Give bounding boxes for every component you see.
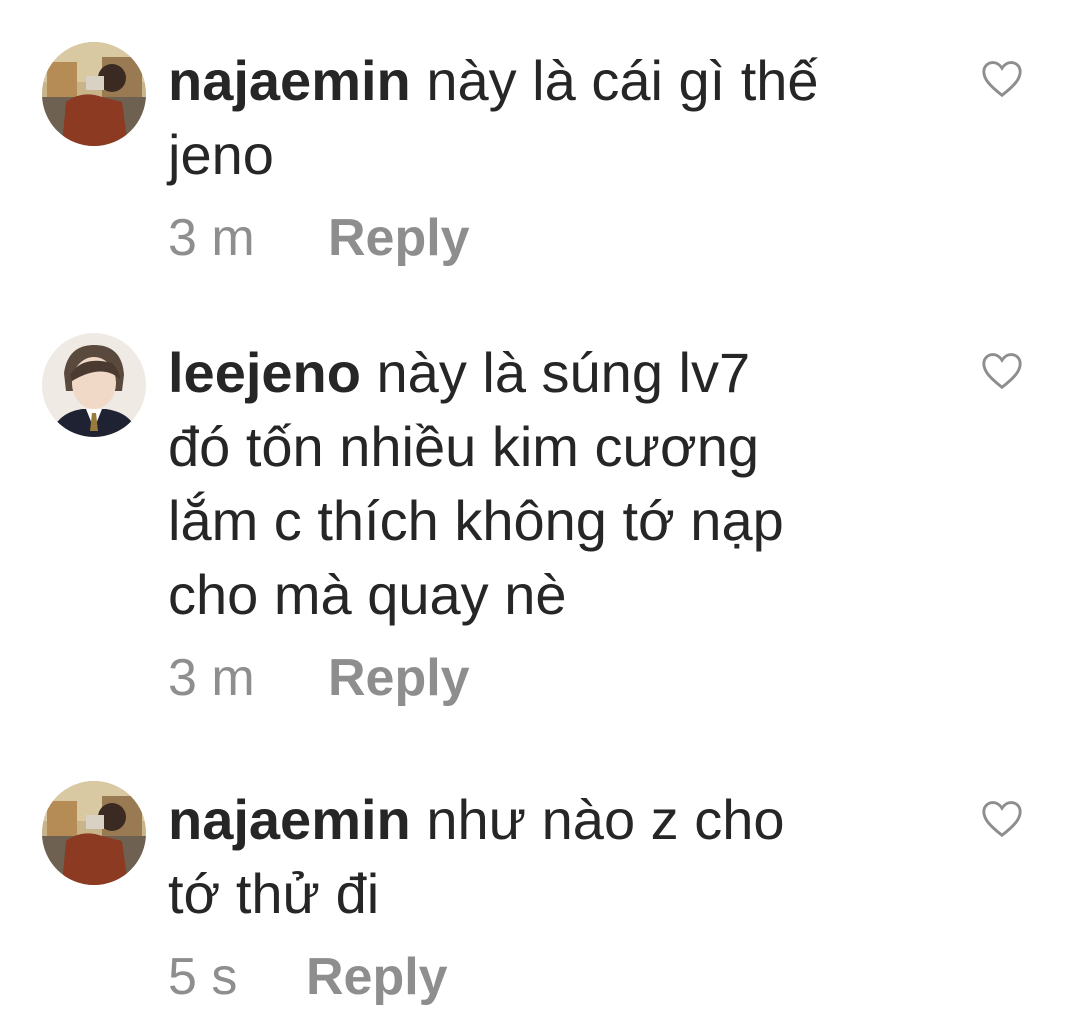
comment-meta: 5 s Reply [168,947,948,1007]
avatar[interactable] [42,781,146,885]
comment-meta: 3 m Reply [168,648,948,708]
heart-outline-icon[interactable] [980,58,1024,98]
comment-username[interactable]: leejeno [168,341,361,404]
comment-username[interactable]: najaemin [168,49,411,112]
heart-outline-icon[interactable] [980,798,1024,838]
avatar[interactable] [42,333,146,437]
reply-button[interactable]: Reply [328,648,470,708]
comment-text: leejeno này là súng lv7 đó tốn nhiều kim… [168,336,948,632]
comment-username[interactable]: najaemin [168,788,411,851]
comment-time: 3 m [168,209,255,267]
comment-time: 3 m [168,649,255,707]
avatar[interactable] [42,42,146,146]
comment-time: 5 s [168,948,238,1006]
comment-meta: 3 m Reply [168,208,948,268]
heart-outline-icon[interactable] [980,350,1024,390]
reply-button[interactable]: Reply [328,208,470,268]
comment-text: najaemin như nào z cho tớ thử đi [168,783,948,931]
reply-button[interactable]: Reply [306,947,448,1007]
comment-text: najaemin này là cái gì thế jeno [168,44,948,192]
